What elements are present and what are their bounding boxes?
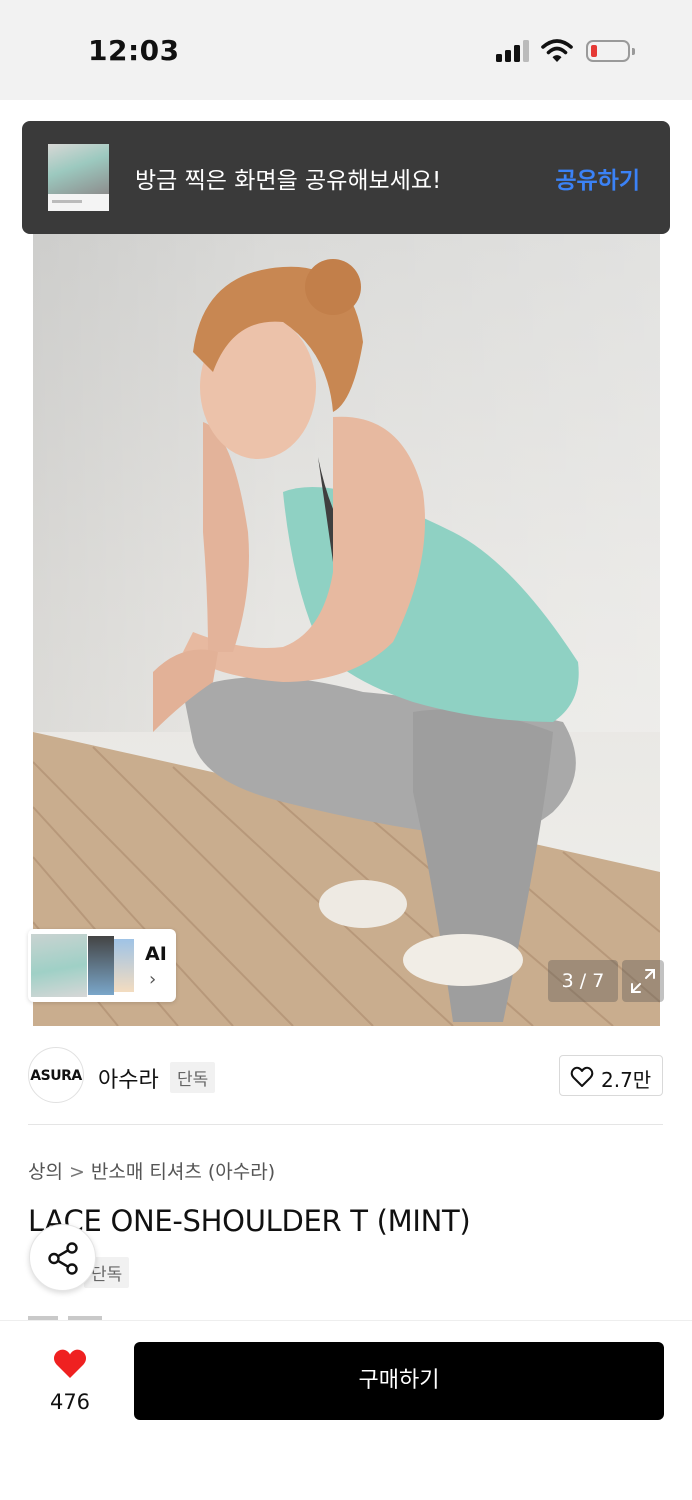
breadcrumb: 상의 > 반소매 티셔츠 (아수라) <box>28 1157 275 1184</box>
share-icon <box>48 1242 78 1275</box>
brand-like-count: 2.7만 <box>601 1068 652 1092</box>
ai-thumbnail <box>31 934 87 997</box>
brand-name[interactable]: 아수라 <box>98 1062 159 1094</box>
ai-label: AI <box>145 943 167 965</box>
heart-filled-icon <box>53 1349 87 1378</box>
signal-icon <box>496 40 532 62</box>
ai-thumbnail <box>114 939 134 992</box>
battery-icon <box>586 40 635 62</box>
heart-outline-icon <box>570 1066 594 1087</box>
screenshot-thumbnail[interactable] <box>48 144 109 211</box>
product-photo-art <box>33 259 660 1026</box>
buy-button[interactable]: 구매하기 <box>134 1342 664 1420</box>
wish-count: 476 <box>49 1390 91 1414</box>
wifi-icon <box>541 39 573 62</box>
breadcrumb-subcategory[interactable]: 반소매 티셔츠 (아수라) <box>91 1161 275 1183</box>
expand-icon[interactable] <box>622 960 664 1002</box>
wish-button[interactable]: 476 <box>40 1346 100 1416</box>
status-bar: 12:03 <box>0 0 692 100</box>
ai-recommendation-card[interactable]: AI › <box>28 929 176 1002</box>
chevron-right-icon: › <box>149 969 157 990</box>
share-toast-button[interactable]: 공유하기 <box>555 161 640 195</box>
share-toast: 방금 찍은 화면을 공유해보세요! 공유하기 <box>22 121 670 234</box>
breadcrumb-category[interactable]: 상의 <box>28 1161 63 1183</box>
brand-exclusive-badge: 단독 <box>170 1062 216 1093</box>
status-time: 12:03 <box>88 34 180 67</box>
product-image[interactable] <box>33 232 660 1026</box>
brand-like-button[interactable]: 2.7만 <box>559 1055 663 1096</box>
ai-thumbnail <box>88 936 114 995</box>
product-title: LACE ONE-SHOULDER T (MINT) <box>28 1204 471 1238</box>
bottom-action-bar: 476 구매하기 <box>0 1320 692 1500</box>
brand-row: ASURA 아수라 단독 2.7만 <box>0 1026 692 1126</box>
breadcrumb-separator: > <box>68 1161 85 1183</box>
brand-logo[interactable]: ASURA <box>28 1047 84 1103</box>
share-toast-message: 방금 찍은 화면을 공유해보세요! <box>135 168 442 194</box>
divider <box>28 1124 663 1125</box>
image-counter: 3 / 7 <box>548 960 618 1002</box>
share-button[interactable] <box>29 1224 96 1291</box>
